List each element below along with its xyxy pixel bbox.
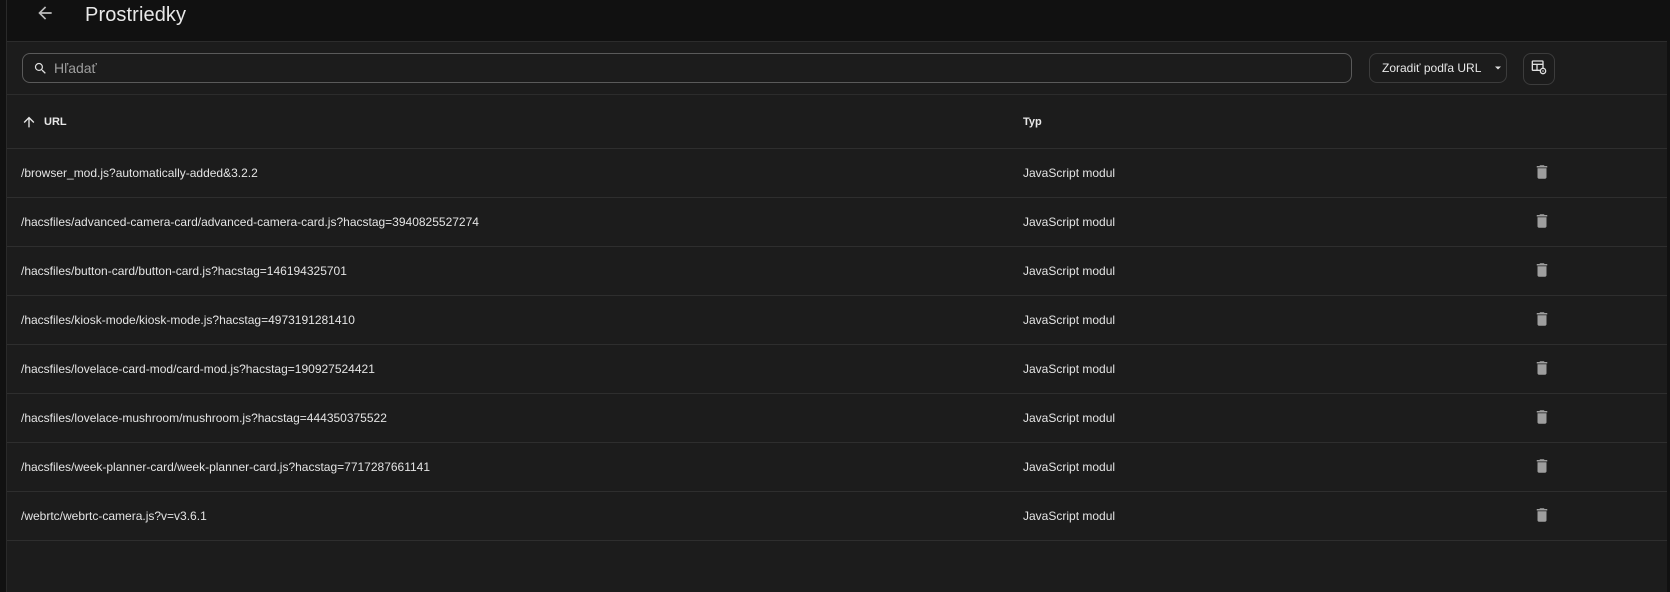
cell-type: JavaScript modul: [1023, 460, 1116, 474]
table-row[interactable]: /browser_mod.js?automatically-added&3.2.…: [7, 149, 1667, 198]
table-row[interactable]: /hacsfiles/lovelace-card-mod/card-mod.js…: [7, 345, 1667, 394]
trash-icon: [1533, 457, 1551, 480]
column-header-url-label: URL: [44, 115, 67, 128]
sort-dropdown[interactable]: Zoradiť podľa URL: [1369, 53, 1507, 83]
table-row[interactable]: /hacsfiles/week-planner-card/week-planne…: [7, 443, 1667, 492]
cell-url: /browser_mod.js?automatically-added&3.2.…: [21, 166, 258, 180]
caret-down-icon: [1493, 63, 1503, 73]
cell-url: /hacsfiles/button-card/button-card.js?ha…: [21, 264, 347, 278]
delete-button[interactable]: [1531, 310, 1553, 332]
delete-button[interactable]: [1531, 457, 1553, 479]
delete-button[interactable]: [1531, 163, 1553, 185]
cell-type: JavaScript modul: [1023, 166, 1116, 180]
arrow-left-icon: [35, 3, 55, 28]
table-row[interactable]: /hacsfiles/advanced-camera-card/advanced…: [7, 198, 1667, 247]
cell-type: JavaScript modul: [1023, 264, 1116, 278]
arrow-up-icon: [21, 114, 37, 130]
table-row[interactable]: /hacsfiles/kiosk-mode/kiosk-mode.js?hacs…: [7, 296, 1667, 345]
left-gutter: [0, 0, 7, 592]
resources-panel: Zoradiť podľa URL: [7, 42, 1667, 592]
app: Prostriedky Zoradiť podľa URL: [0, 0, 1670, 592]
table-settings-icon: [1531, 59, 1547, 80]
table-body: /browser_mod.js?automatically-added&3.2.…: [7, 149, 1667, 541]
table-row[interactable]: /webrtc/webrtc-camera.js?v=v3.6.1 JavaSc…: [7, 492, 1667, 541]
cell-type: JavaScript modul: [1023, 411, 1116, 425]
sort-label: Zoradiť podľa URL: [1382, 61, 1482, 75]
trash-icon: [1533, 310, 1551, 333]
cell-type: JavaScript modul: [1023, 509, 1116, 523]
search-box[interactable]: [22, 53, 1352, 83]
cell-type: JavaScript modul: [1023, 215, 1116, 229]
cell-url: /hacsfiles/lovelace-card-mod/card-mod.js…: [21, 362, 375, 376]
page-title: Prostriedky: [85, 4, 187, 26]
search-input[interactable]: [52, 59, 1336, 77]
search-icon: [32, 60, 48, 76]
trash-icon: [1533, 261, 1551, 284]
table-row[interactable]: /hacsfiles/button-card/button-card.js?ha…: [7, 247, 1667, 296]
cell-type: JavaScript modul: [1023, 362, 1116, 376]
column-header-url[interactable]: URL: [21, 114, 1023, 130]
cell-url: /hacsfiles/advanced-camera-card/advanced…: [21, 215, 479, 229]
cell-url: /hacsfiles/kiosk-mode/kiosk-mode.js?hacs…: [21, 313, 355, 327]
table-row[interactable]: /hacsfiles/lovelace-mushroom/mushroom.js…: [7, 394, 1667, 443]
top-toolbar: Prostriedky: [7, 0, 1667, 42]
delete-button[interactable]: [1531, 506, 1553, 528]
cell-url: /webrtc/webrtc-camera.js?v=v3.6.1: [21, 509, 207, 523]
trash-icon: [1533, 408, 1551, 431]
trash-icon: [1533, 506, 1551, 529]
filter-bar: Zoradiť podľa URL: [7, 42, 1667, 95]
cell-type: JavaScript modul: [1023, 313, 1116, 327]
column-header-type[interactable]: Typ: [1023, 116, 1042, 128]
trash-icon: [1533, 212, 1551, 235]
trash-icon: [1533, 163, 1551, 186]
table-settings-button[interactable]: [1523, 53, 1555, 85]
back-button[interactable]: [25, 0, 65, 36]
table-header: URL Typ: [7, 95, 1667, 149]
delete-button[interactable]: [1531, 261, 1553, 283]
resources-table: URL Typ /browser_mod.js?automatically-ad…: [7, 95, 1667, 541]
cell-url: /hacsfiles/week-planner-card/week-planne…: [21, 460, 431, 474]
trash-icon: [1533, 359, 1551, 382]
delete-button[interactable]: [1531, 212, 1553, 234]
delete-button[interactable]: [1531, 359, 1553, 381]
cell-url: /hacsfiles/lovelace-mushroom/mushroom.js…: [21, 411, 387, 425]
delete-button[interactable]: [1531, 408, 1553, 430]
